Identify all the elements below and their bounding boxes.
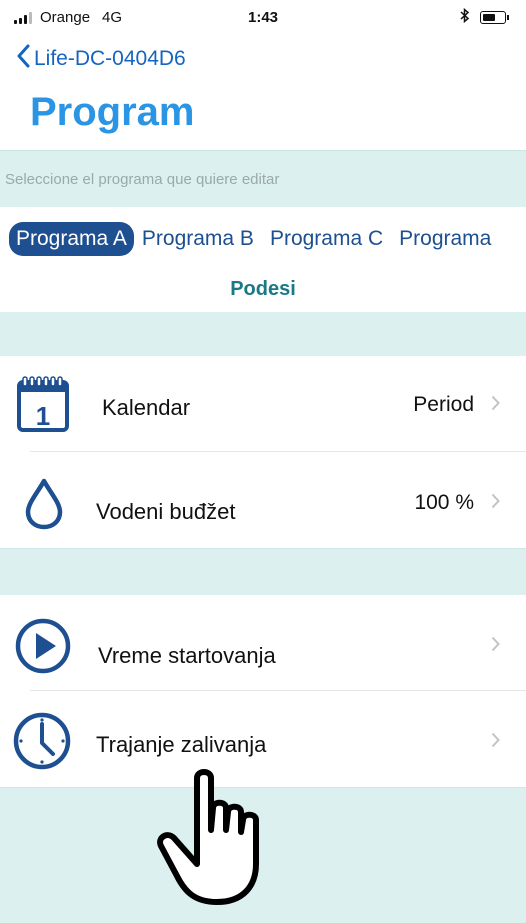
back-label: Life-DC-0404D6 <box>34 47 186 70</box>
status-bar: Orange 4G 1:43 <box>0 0 526 34</box>
tab-programa-b[interactable]: Programa B <box>134 222 262 256</box>
section-title: Podesi <box>230 278 296 300</box>
tab-programa-a[interactable]: Programa A <box>9 222 134 256</box>
row-vodeni-budzet[interactable]: Vodeni buđžet 100 % <box>0 452 526 548</box>
chevron-right-icon <box>491 731 500 754</box>
bluetooth-icon <box>460 7 470 27</box>
calendar-icon: 1 <box>17 374 69 439</box>
back-button[interactable]: Life-DC-0404D6 <box>16 44 186 74</box>
water-drop-icon <box>24 478 64 535</box>
pointing-hand-icon <box>155 768 285 913</box>
calendar-day-number: 1 <box>36 401 50 431</box>
row-value: Period <box>413 393 474 416</box>
tab-programa-d[interactable]: Programa <box>391 222 499 256</box>
tab-programa-c[interactable]: Programa C <box>262 222 391 256</box>
program-tabs: Programa A Programa B Programa C Program… <box>9 221 526 257</box>
chevron-right-icon <box>491 394 500 417</box>
hint-text: Seleccione el programa que quiere editar <box>5 171 280 188</box>
row-label: Trajanje zalivanja <box>96 732 267 757</box>
page-title: Program <box>30 90 195 134</box>
row-vreme-startovanja[interactable]: Vreme startovanja <box>0 595 526 691</box>
chevron-right-icon <box>491 635 500 658</box>
row-label: Vreme startovanja <box>98 643 276 668</box>
row-label: Kalendar <box>102 395 191 420</box>
row-value: 100 % <box>414 491 474 514</box>
clock-icon <box>12 711 72 776</box>
group-spacer-top <box>0 312 526 356</box>
hint-band: Seleccione el programa que quiere editar <box>0 150 526 207</box>
row-kalendar[interactable]: 1 Kalendar Period <box>0 356 526 452</box>
chevron-left-icon <box>16 44 30 74</box>
play-circle-icon <box>14 617 72 680</box>
battery-icon <box>480 11 509 24</box>
group-spacer-middle <box>0 548 526 596</box>
row-label: Vodeni buđžet <box>96 499 236 524</box>
status-time: 1:43 <box>247 9 279 26</box>
chevron-right-icon <box>491 492 500 515</box>
